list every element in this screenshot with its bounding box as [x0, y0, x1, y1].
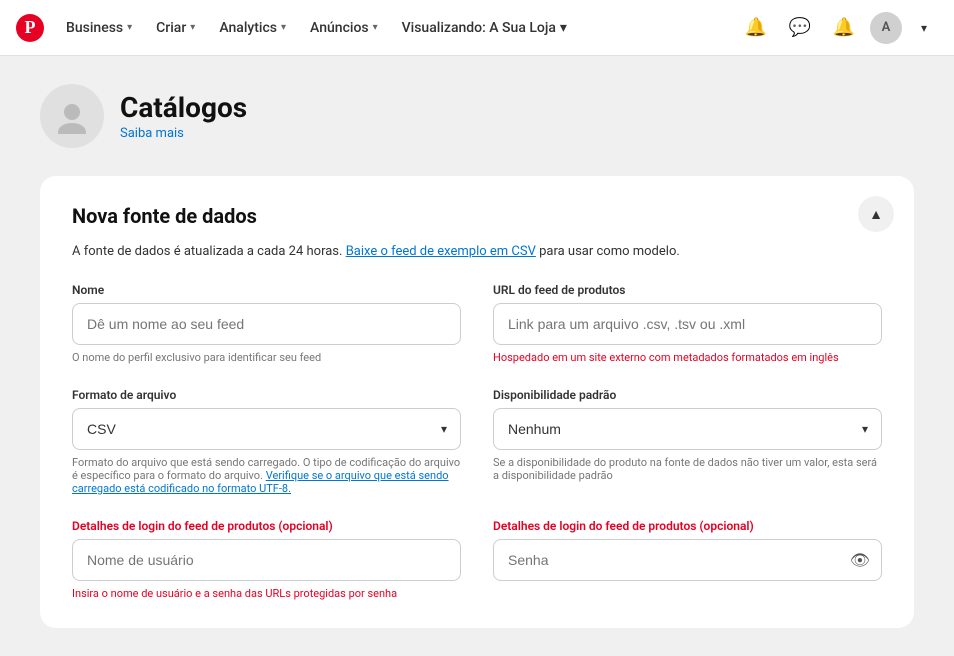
chevron-down-icon: ▾	[190, 22, 195, 33]
page-content: Catálogos Saiba mais Nova fonte de dados…	[0, 56, 954, 656]
login-user-label: Detalhes de login do feed de produtos (o…	[72, 519, 461, 533]
name-input[interactable]	[72, 303, 461, 345]
format-hint: Formato do arquivo que está sendo carreg…	[72, 456, 461, 495]
url-hint: Hospedado em um site externo com metadad…	[493, 351, 882, 364]
format-select-wrapper: CSV TSV XML RSS ▾	[72, 408, 461, 450]
form-group-name: Nome O nome do perfil exclusivo para ide…	[72, 283, 461, 364]
nav-item-business[interactable]: Business ▾	[56, 12, 142, 44]
download-csv-link[interactable]: Baixe o feed de exemplo em CSV	[346, 244, 536, 259]
format-select[interactable]: CSV TSV XML RSS	[72, 408, 461, 450]
availability-label: Disponibilidade padrão	[493, 388, 882, 402]
info-text: A fonte de dados é atualizada a cada 24 …	[72, 244, 882, 259]
availability-select-wrapper: Nenhum Em estoque Fora de estoque ▾	[493, 408, 882, 450]
nav-business-label: Business	[66, 20, 123, 36]
url-label: URL do feed de produtos	[493, 283, 882, 297]
form-grid: Nome O nome do perfil exclusivo para ide…	[72, 283, 882, 600]
nav-item-criar[interactable]: Criar ▾	[146, 12, 205, 44]
alerts-button[interactable]: 🔔	[826, 10, 862, 46]
notifications-button[interactable]: 🔔	[738, 10, 774, 46]
page-title: Catálogos	[120, 91, 247, 124]
availability-hint: Se a disponibilidade do produto na fonte…	[493, 456, 882, 482]
show-password-icon[interactable]: 👁	[850, 551, 870, 570]
nav-items: Business ▾ Criar ▾ Analytics ▾ Anúncios …	[56, 12, 738, 44]
username-input[interactable]	[72, 539, 461, 581]
nav-visualizando[interactable]: Visualizando: A Sua Loja ▾	[392, 12, 577, 44]
page-avatar	[40, 84, 104, 148]
pinterest-logo[interactable]: P	[16, 14, 44, 42]
format-label: Formato de arquivo	[72, 388, 461, 402]
login-user-hint: Insira o nome de usuário e a senha das U…	[72, 587, 461, 600]
name-label: Nome	[72, 283, 461, 297]
form-group-url: URL do feed de produtos Hospedado em um …	[493, 283, 882, 364]
chevron-down-icon: ▾	[560, 20, 567, 36]
user-avatar[interactable]: A	[870, 12, 902, 44]
nav-visualizando-label: Visualizando: A Sua Loja	[402, 20, 556, 36]
form-group-login-user: Detalhes de login do feed de produtos (o…	[72, 519, 461, 600]
user-icon	[54, 98, 90, 134]
login-pass-label: Detalhes de login do feed de produtos (o…	[493, 519, 882, 533]
navbar: P Business ▾ Criar ▾ Analytics ▾ Anúncio…	[0, 0, 954, 56]
form-group-format: Formato de arquivo CSV TSV XML RSS ▾ For…	[72, 388, 461, 495]
nav-right: 🔔 💬 🔔 A ▾	[738, 10, 938, 46]
form-group-login-pass: Detalhes de login do feed de produtos (o…	[493, 519, 882, 600]
new-datasource-card: Nova fonte de dados ▲ A fonte de dados é…	[40, 176, 914, 628]
nav-anuncios-label: Anúncios	[310, 20, 369, 36]
saiba-mais-link[interactable]: Saiba mais	[120, 126, 247, 141]
page-title-group: Catálogos Saiba mais	[120, 91, 247, 141]
chevron-down-icon: ▾	[373, 22, 378, 33]
nav-expand-button[interactable]: ▾	[910, 14, 938, 42]
nav-criar-label: Criar	[156, 20, 186, 36]
messages-button[interactable]: 💬	[782, 10, 818, 46]
url-input[interactable]	[493, 303, 882, 345]
availability-select[interactable]: Nenhum Em estoque Fora de estoque	[493, 408, 882, 450]
name-hint: O nome do perfil exclusivo para identifi…	[72, 351, 461, 364]
form-group-availability: Disponibilidade padrão Nenhum Em estoque…	[493, 388, 882, 495]
svg-text:P: P	[25, 17, 36, 37]
nav-analytics-label: Analytics	[219, 20, 277, 36]
password-input[interactable]	[493, 539, 882, 581]
card-title: Nova fonte de dados	[72, 204, 882, 228]
collapse-button[interactable]: ▲	[858, 196, 894, 232]
page-header: Catálogos Saiba mais	[40, 84, 914, 148]
nav-item-anuncios[interactable]: Anúncios ▾	[300, 12, 388, 44]
nav-item-analytics[interactable]: Analytics ▾	[209, 12, 296, 44]
chevron-down-icon: ▾	[281, 22, 286, 33]
password-input-wrapper: 👁	[493, 539, 882, 581]
chevron-down-icon: ▾	[127, 22, 132, 33]
